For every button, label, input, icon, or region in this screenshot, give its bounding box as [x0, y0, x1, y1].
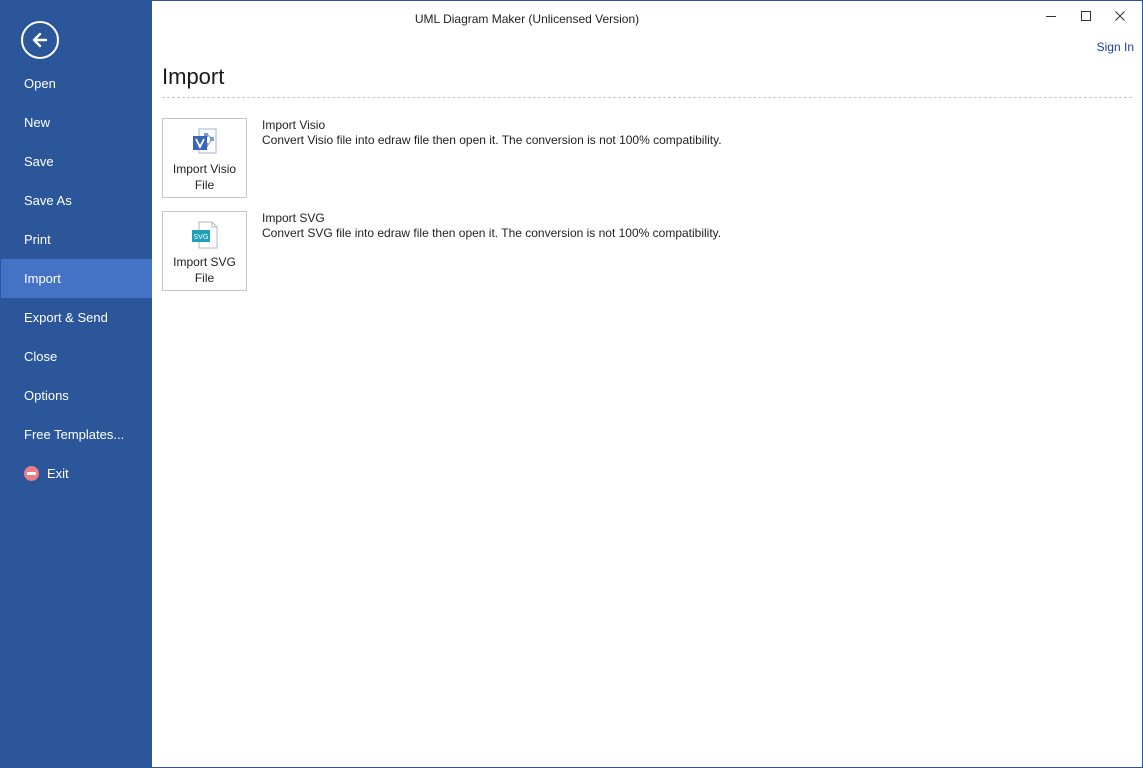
maximize-icon [1081, 11, 1091, 21]
svg-file-icon: SVG [192, 221, 218, 249]
menu-item-label: Save [24, 154, 54, 169]
menu-item-exit[interactable]: Exit [1, 454, 152, 493]
menu-item-label: Print [24, 232, 51, 247]
import-option-svg: SVG Import SVG File Import SVG Convert S… [162, 211, 1132, 291]
import-visio-description-block: Import Visio Convert Visio file into edr… [262, 118, 722, 148]
menu-item-free-templates[interactable]: Free Templates... [1, 415, 152, 454]
menu-item-save-as[interactable]: Save As [1, 181, 152, 220]
menu-item-label: Exit [47, 466, 69, 481]
menu-item-label: New [24, 115, 51, 130]
import-visio-heading: Import Visio [262, 118, 326, 132]
menu-item-label: Close [24, 349, 58, 364]
import-visio-description: Convert Visio file into edraw file then … [262, 133, 722, 147]
page-title: Import [162, 64, 225, 89]
menu-item-label: Open [24, 76, 56, 91]
minimize-icon [1046, 16, 1056, 17]
menu-item-label: Export & Send [24, 310, 108, 325]
back-arrow-icon [32, 32, 48, 48]
import-visio-button[interactable]: Import Visio File [162, 118, 247, 198]
sign-in-link[interactable]: Sign In [1097, 40, 1134, 54]
exit-icon [24, 466, 39, 481]
maximize-button[interactable] [1069, 1, 1103, 31]
menu-item-label: Options [24, 388, 69, 403]
menu-item-open[interactable]: Open [1, 64, 152, 103]
import-svg-button[interactable]: SVG Import SVG File [162, 211, 247, 291]
menu-item-label: Free Templates... [24, 427, 125, 442]
backstage-menu: Open New Save Save As Print Import Expor… [1, 64, 152, 493]
import-svg-heading: Import SVG [262, 211, 325, 225]
import-option-visio: Import Visio File Import Visio Convert V… [162, 118, 1132, 198]
menu-item-import[interactable]: Import [1, 259, 152, 298]
backstage-sidebar: Open New Save Save As Print Import Expor… [1, 1, 152, 767]
svg-text:SVG: SVG [194, 233, 209, 241]
visio-file-icon [193, 128, 217, 154]
import-svg-description: Convert SVG file into edraw file then op… [262, 226, 722, 240]
back-button[interactable] [21, 21, 59, 59]
app-window: Open New Save Save As Print Import Expor… [0, 0, 1143, 768]
close-icon [1115, 11, 1125, 21]
window-title: UML Diagram Maker (Unlicensed Version) [414, 12, 640, 26]
menu-item-label: Import [24, 271, 61, 286]
menu-item-options[interactable]: Options [1, 376, 152, 415]
minimize-button[interactable] [1034, 1, 1068, 31]
menu-item-label: Save As [24, 193, 72, 208]
menu-item-print[interactable]: Print [1, 220, 152, 259]
menu-item-new[interactable]: New [1, 103, 152, 142]
menu-item-save[interactable]: Save [1, 142, 152, 181]
import-svg-description-block: Import SVG Convert SVG file into edraw f… [262, 211, 721, 241]
import-svg-label: Import SVG File [173, 255, 236, 285]
close-window-button[interactable] [1103, 1, 1137, 31]
menu-item-close[interactable]: Close [1, 337, 152, 376]
import-visio-label: Import Visio File [172, 162, 237, 192]
title-divider [162, 97, 1132, 98]
menu-item-export-send[interactable]: Export & Send [1, 298, 152, 337]
